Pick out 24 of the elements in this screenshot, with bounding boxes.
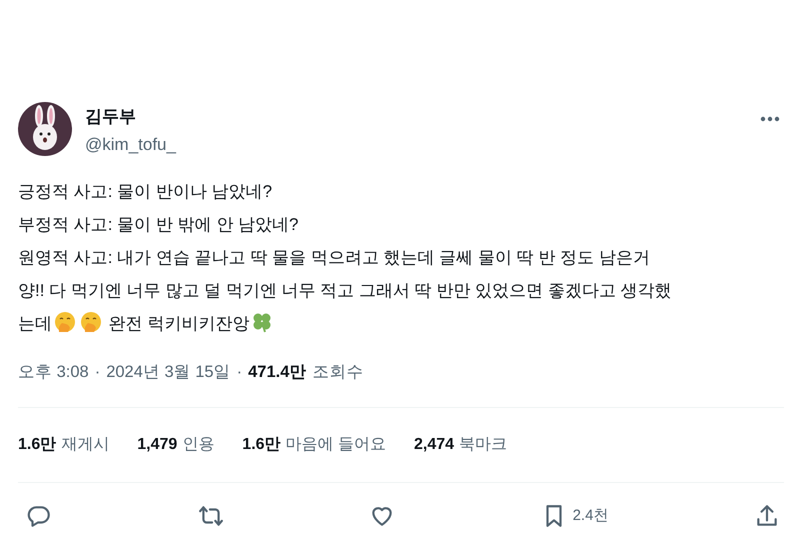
views-label: 조회수 [312,362,364,383]
tweet-text: 원영적 사고: 내가 연습 끝나고 딱 물을 먹으려고 했는데 글쎄 물이 딱 반 정도 남은거 [18,248,650,267]
author-name[interactable]: 김두부 [85,105,176,129]
engagement-stat-link[interactable]: 1,479 인용 [137,432,214,457]
rabbit-avatar[interactable] [18,102,72,156]
tweet-text: 완전 럭키비키잔앙 [108,314,250,333]
four-leaf-clover-icon [251,311,274,333]
post-date: 2024년 3월 15일 [106,362,231,383]
tweet-text: 부정적 사고: 물이 반 밖에 안 남았네? [18,215,299,234]
separator: · [94,362,100,383]
bookmark-button[interactable]: 2.4천 [540,502,608,529]
hand-over-mouth-emoji-icon [54,311,76,333]
tweet-text: 양!! 다 먹기엔 너무 많고 덜 먹기엔 너무 적고 그래서 딱 반만 있었으면 좋겠다고 생각했 [18,281,672,300]
tweet-text: 긍정적 사고: 물이 반이나 남았네? [18,182,272,201]
engagement-stat-link[interactable]: 1.6만 마음에 들어요 [242,432,386,457]
author-handle[interactable]: @kim_tofu_ [85,133,176,157]
post-time: 오후 3:08 [18,362,89,383]
tweet-text: 는데 [18,314,52,333]
engagement-stat-link[interactable]: 2,474 북마크 [414,432,508,457]
view-count: 471.4만 [248,362,306,383]
separator: · [236,362,242,383]
engagement-stat-link[interactable]: 1.6만 재게시 [18,432,110,457]
hand-over-mouth-emoji-icon [80,311,102,333]
more-options-icon[interactable] [760,116,780,122]
